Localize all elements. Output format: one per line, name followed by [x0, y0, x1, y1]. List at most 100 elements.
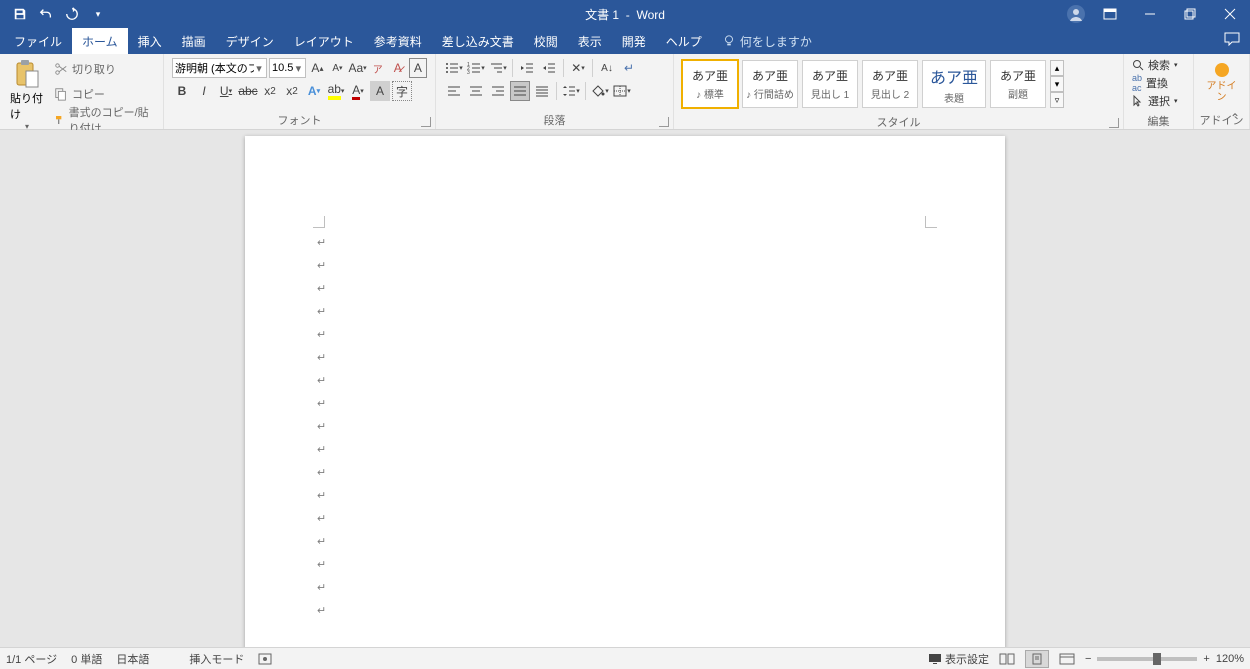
highlight-button[interactable]: ab▾ — [326, 81, 346, 101]
zoom-out-button[interactable]: − — [1085, 653, 1091, 665]
decrease-font-button[interactable]: A▾ — [328, 58, 346, 78]
minimize-button[interactable] — [1130, 0, 1170, 28]
tab-home[interactable]: ホーム — [72, 28, 128, 54]
dialog-launcher[interactable] — [659, 117, 669, 127]
multilevel-list-button[interactable]: ▾ — [488, 58, 508, 78]
maximize-button[interactable] — [1170, 0, 1210, 28]
styles-gallery[interactable]: あア亜♪ 標準あア亜♪ 行間詰めあア亜見出し 1あア亜見出し 2あア亜表題あア亜… — [678, 56, 1068, 112]
tab-help[interactable]: ヘルプ — [656, 28, 712, 54]
style-item-表題[interactable]: あア亜表題 — [922, 60, 986, 108]
dialog-launcher[interactable] — [421, 117, 431, 127]
zoom-in-button[interactable]: + — [1203, 653, 1209, 665]
language-indicator[interactable]: 日本語 — [116, 651, 149, 667]
bucket-icon — [591, 85, 605, 97]
collapse-ribbon-button[interactable]: ⌃ — [1230, 111, 1240, 125]
subscript-button[interactable]: x2 — [260, 81, 280, 101]
font-color-button[interactable]: A▾ — [348, 81, 368, 101]
style-item-副題[interactable]: あア亜副題 — [990, 60, 1046, 108]
page-indicator[interactable]: 1/1 ページ — [6, 651, 57, 667]
shading-button[interactable]: ▾ — [590, 81, 610, 101]
insert-mode[interactable]: 挿入モード — [189, 651, 244, 667]
phonetic-guide-button[interactable]: ア — [369, 58, 387, 78]
tab-layout[interactable]: レイアウト — [284, 28, 364, 54]
save-button[interactable] — [8, 2, 32, 26]
align-right-button[interactable] — [488, 81, 508, 101]
char-shading-button[interactable]: A — [370, 81, 390, 101]
style-item-見出し 2[interactable]: あア亜見出し 2 — [862, 60, 918, 108]
style-item-標準[interactable]: あア亜♪ 標準 — [682, 60, 738, 108]
tab-review[interactable]: 校閲 — [524, 28, 568, 54]
print-layout-button[interactable] — [1025, 650, 1049, 668]
text-effects-button[interactable]: A▾ — [304, 81, 324, 101]
undo-button[interactable] — [34, 2, 58, 26]
align-left-button[interactable] — [444, 81, 464, 101]
line-spacing-button[interactable]: ▾ — [561, 81, 581, 101]
lightbulb-icon — [722, 34, 736, 48]
zoom-slider[interactable] — [1097, 657, 1197, 661]
tab-design[interactable]: デザイン — [216, 28, 284, 54]
borders-button[interactable]: ▾ — [612, 81, 632, 101]
numbering-button[interactable]: 123▾ — [466, 58, 486, 78]
comments-button[interactable] — [1224, 32, 1240, 46]
redo-button[interactable] — [60, 2, 84, 26]
select-button[interactable]: 選択▾ — [1132, 92, 1185, 110]
tab-insert[interactable]: 挿入 — [128, 28, 172, 54]
tab-view[interactable]: 表示 — [568, 28, 612, 54]
paste-button[interactable]: 貼り付け ▾ — [4, 56, 50, 133]
cut-button[interactable]: 切り取り — [54, 60, 155, 78]
bold-button[interactable]: B — [172, 81, 192, 101]
char-border-button[interactable]: 字 — [392, 81, 412, 101]
change-case-button[interactable]: Aa▾ — [348, 58, 366, 78]
style-item-行間詰め[interactable]: あア亜♪ 行間詰め — [742, 60, 798, 108]
style-item-見出し 1[interactable]: あア亜見出し 1 — [802, 60, 858, 108]
distribute-button[interactable] — [532, 81, 552, 101]
expand-gallery-button[interactable]: ▿ — [1050, 92, 1064, 108]
close-button[interactable] — [1210, 0, 1250, 28]
zoom-level[interactable]: 120% — [1216, 653, 1244, 665]
page[interactable]: ↵↵↵↵↵↵↵↵↵↵↵↵↵↵↵↵↵ — [245, 136, 1005, 647]
replace-button[interactable]: abac 置換 — [1132, 74, 1185, 92]
justify-button[interactable] — [510, 81, 530, 101]
web-layout-button[interactable] — [1055, 650, 1079, 668]
show-marks-button[interactable]: ↵ — [619, 58, 639, 78]
display-settings-button[interactable]: 表示設定 — [928, 651, 989, 667]
underline-button[interactable]: U▾ — [216, 81, 236, 101]
bullets-button[interactable]: ▾ — [444, 58, 464, 78]
increase-font-button[interactable]: A▴ — [308, 58, 326, 78]
ribbon-display-options[interactable] — [1090, 0, 1130, 28]
font-name-combo[interactable]: 游明朝 (本文のフォン▾ — [172, 58, 267, 78]
find-button[interactable]: 検索▾ — [1132, 56, 1185, 74]
align-center-button[interactable] — [466, 81, 486, 101]
tab-references[interactable]: 参考資料 — [364, 28, 432, 54]
font-size-combo[interactable]: 10.5▾ — [269, 58, 306, 78]
italic-button[interactable]: I — [194, 81, 214, 101]
copy-button[interactable]: コピー — [54, 85, 155, 103]
addins-button[interactable]: アドイン — [1198, 56, 1245, 109]
tab-file[interactable]: ファイル — [4, 28, 72, 54]
ribbon: 貼り付け ▾ 切り取り コピー 書式のコピー/貼り付け クリップボード — [0, 54, 1250, 130]
strikethrough-button[interactable]: abc — [238, 81, 258, 101]
account-button[interactable] — [1062, 0, 1090, 28]
zoom-thumb[interactable] — [1153, 653, 1161, 665]
enclose-chars-button[interactable]: A — [409, 58, 427, 78]
scroll-down-button[interactable]: ▾ — [1050, 76, 1064, 92]
macro-indicator[interactable] — [258, 653, 272, 665]
cursor-icon — [1132, 95, 1144, 107]
decrease-indent-button[interactable] — [517, 58, 537, 78]
tab-developer[interactable]: 開発 — [612, 28, 656, 54]
sort-button[interactable]: A↓ — [597, 58, 617, 78]
tab-draw[interactable]: 描画 — [172, 28, 216, 54]
format-painter-button[interactable]: 書式のコピー/貼り付け — [54, 111, 155, 129]
read-mode-button[interactable] — [995, 650, 1019, 668]
asian-layout-button[interactable]: ✕▾ — [568, 58, 588, 78]
superscript-button[interactable]: x2 — [282, 81, 302, 101]
clear-formatting-button[interactable]: A̷ — [389, 58, 407, 78]
dialog-launcher[interactable] — [1109, 118, 1119, 128]
scroll-up-button[interactable]: ▴ — [1050, 60, 1064, 76]
document-area[interactable]: ↵↵↵↵↵↵↵↵↵↵↵↵↵↵↵↵↵ — [0, 130, 1250, 647]
increase-indent-button[interactable] — [539, 58, 559, 78]
qat-customize[interactable]: ▾ — [86, 2, 110, 26]
word-count[interactable]: 0 単語 — [71, 651, 102, 667]
tab-mailings[interactable]: 差し込み文書 — [432, 28, 524, 54]
tell-me-search[interactable]: 何をしますか — [712, 28, 822, 54]
